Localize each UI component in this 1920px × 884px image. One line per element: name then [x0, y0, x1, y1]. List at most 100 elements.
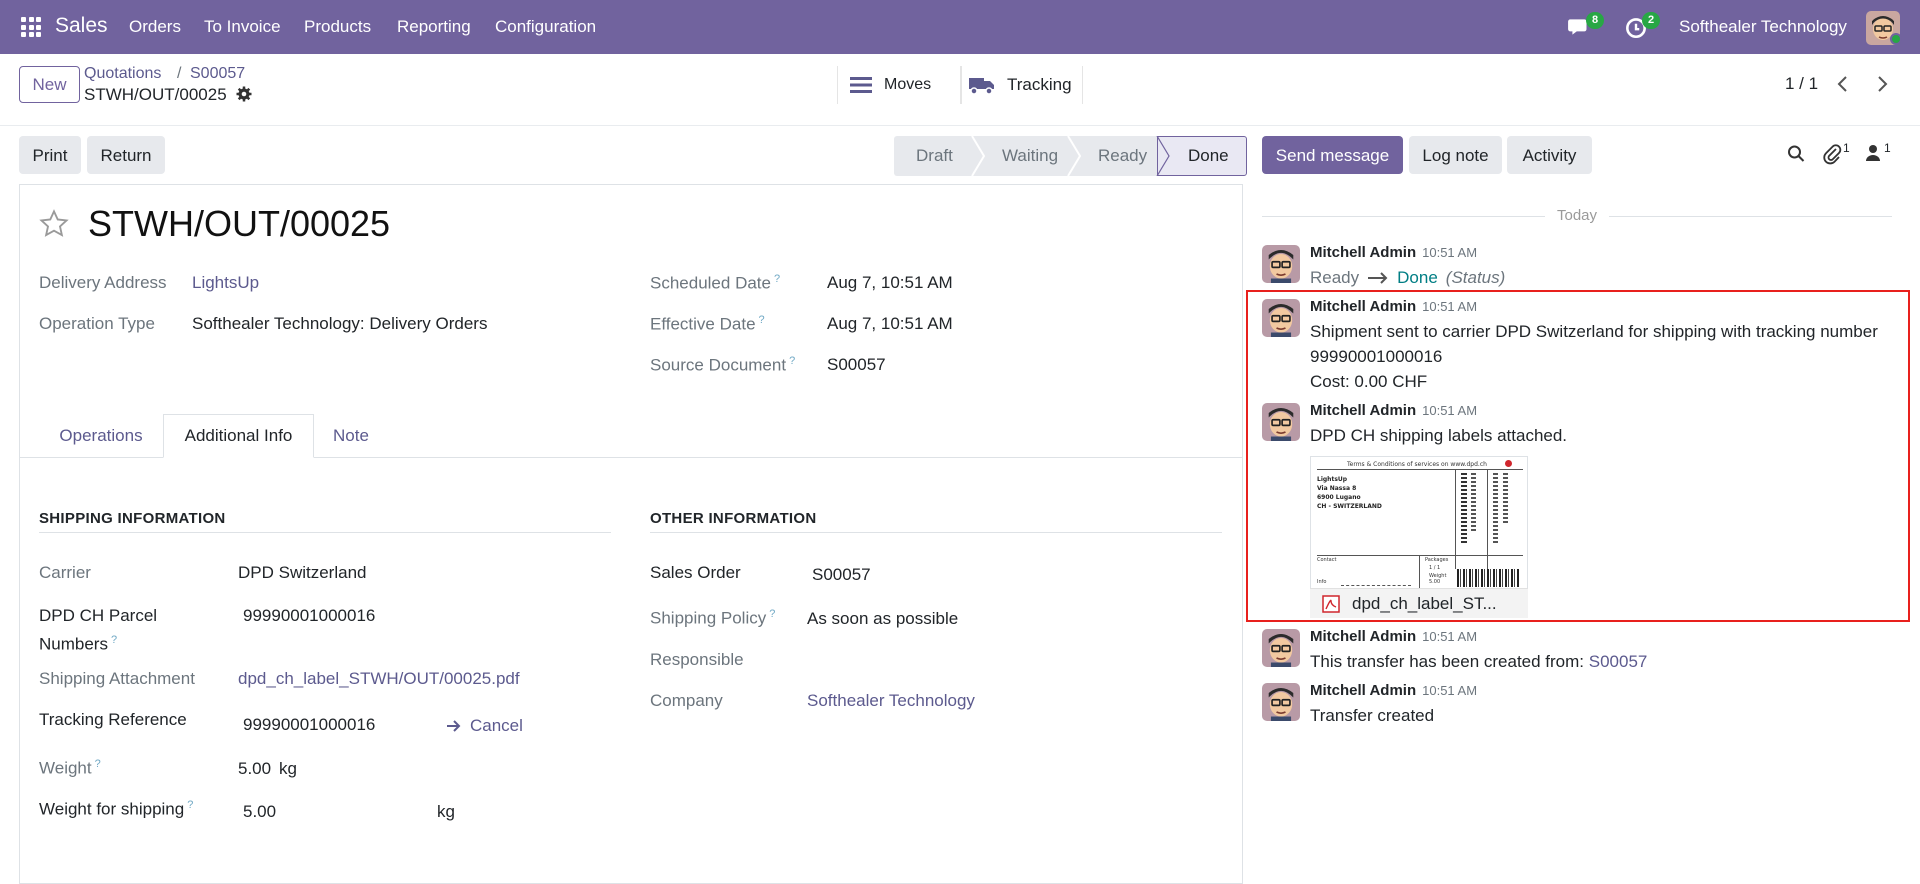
sales-order-label: Sales Order — [650, 563, 741, 582]
menu-orders[interactable]: Orders — [129, 17, 181, 37]
attachment-filename: dpd_ch_label_ST... — [1352, 593, 1497, 613]
attachment-name[interactable]: dpd_ch_label_ST... — [1310, 588, 1528, 618]
shipping-policy-label: Shipping Policy? — [650, 608, 776, 628]
control-divider — [0, 125, 1920, 126]
status-arrow-separators — [971, 136, 1170, 176]
transfer-created-message: Transfer created — [1310, 706, 1435, 725]
message-time: 10:51 AM — [1422, 683, 1478, 698]
operation-type-label: Operation Type — [39, 314, 155, 333]
shipping-info-heading: SHIPPING INFORMATION — [39, 510, 226, 527]
label-preview-header: Terms & Conditions of services on www.dp… — [1347, 461, 1487, 468]
message-avatar[interactable] — [1262, 245, 1300, 283]
parcel-numbers-label: DPD CH Parcel Numbers? — [39, 606, 158, 654]
label-weight-value: 5.00 — [1429, 579, 1441, 585]
weight-for-shipping-value[interactable]: 5.00 — [243, 802, 276, 822]
tracking-label: Tracking — [1007, 75, 1072, 94]
message-author[interactable]: Mitchell Admin 10:51 AM — [1310, 244, 1477, 261]
return-button[interactable]: Return — [87, 136, 165, 174]
menu-reporting[interactable]: Reporting — [397, 17, 471, 37]
shipping-attachment-label: Shipping Attachment — [39, 669, 195, 688]
arrow-right-icon — [447, 720, 461, 732]
message-author[interactable]: Mitchell Admin 10:51 AM — [1310, 402, 1477, 419]
shipment-message-line1: Shipment sent to carrier DPD Switzerland… — [1310, 322, 1878, 341]
carrier-value[interactable]: DPD Switzerland — [238, 563, 367, 583]
moves-smart-button[interactable]: Moves — [837, 66, 961, 104]
weight-for-shipping-unit: kg — [437, 802, 455, 821]
label-contact: Contact — [1317, 557, 1337, 563]
star-icon[interactable] — [38, 208, 70, 240]
message-avatar[interactable] — [1262, 683, 1300, 721]
activity-button[interactable]: Activity — [1507, 136, 1592, 174]
new-button[interactable]: New — [19, 66, 80, 103]
search-icon[interactable] — [1787, 144, 1805, 164]
paperclip-icon[interactable] — [1822, 143, 1842, 165]
labels-attached-message: DPD CH shipping labels attached. — [1310, 426, 1568, 445]
shipping-policy-value[interactable]: As soon as possible — [807, 609, 958, 629]
menu-to-invoice[interactable]: To Invoice — [204, 17, 281, 37]
created-from-link[interactable]: S00057 — [1589, 652, 1648, 671]
message-time: 10:51 AM — [1422, 299, 1478, 314]
breadcrumb-order[interactable]: S00057 — [190, 65, 245, 83]
scheduled-date-label: Scheduled Date? — [650, 273, 781, 293]
print-button[interactable]: Print — [19, 136, 81, 174]
tracking-smart-button[interactable]: Tracking — [961, 66, 1083, 104]
pdf-icon — [1322, 595, 1340, 613]
moves-label: Moves — [884, 76, 932, 93]
label-count: 1 / 1 — [1429, 565, 1441, 571]
weight-value[interactable]: 5.00 — [238, 759, 271, 779]
message-time: 10:51 AM — [1422, 403, 1478, 418]
message-time: 10:51 AM — [1422, 629, 1478, 644]
followers-count: 1 — [1884, 141, 1891, 155]
label-address-line: CH - SWITZERLAND — [1317, 503, 1382, 510]
attachments-count: 1 — [1843, 141, 1850, 155]
activities-badge: 2 — [1642, 12, 1661, 29]
label-address-line: LightsUp — [1317, 476, 1348, 483]
tab-note[interactable]: Note — [316, 414, 386, 458]
menu-products[interactable]: Products — [304, 17, 371, 37]
tab-operations[interactable]: Operations — [41, 414, 161, 458]
breadcrumb-quotations[interactable]: Quotations — [84, 65, 161, 83]
status-field: (Status) — [1445, 268, 1506, 287]
sales-order-value[interactable]: S00057 — [812, 565, 871, 585]
message-author[interactable]: Mitchell Admin 10:51 AM — [1310, 628, 1477, 645]
send-message-button[interactable]: Send message — [1262, 136, 1403, 174]
tab-additional-info[interactable]: Additional Info — [163, 414, 314, 458]
online-status-dot — [1890, 33, 1902, 45]
chevron-right-icon[interactable] — [1875, 75, 1889, 93]
message-avatar[interactable] — [1262, 629, 1300, 667]
source-document-label: Source Document? — [650, 355, 796, 375]
status-to: Done — [1397, 268, 1438, 287]
chevron-left-icon[interactable] — [1836, 75, 1850, 93]
truck-icon — [969, 78, 994, 95]
menu-configuration[interactable]: Configuration — [495, 17, 596, 37]
operation-type-value[interactable]: Softhealer Technology: Delivery Orders — [192, 314, 487, 334]
messages-badge: 8 — [1586, 12, 1605, 29]
breadcrumb-separator: / — [177, 65, 182, 82]
record-title: STWH/OUT/00025 — [88, 203, 391, 244]
today-label: Today — [1545, 207, 1610, 224]
arrow-right-icon — [1368, 272, 1388, 284]
scheduled-date-value[interactable]: Aug 7, 10:51 AM — [827, 273, 953, 293]
gear-icon[interactable] — [236, 86, 252, 102]
company-switcher[interactable]: Softhealer Technology — [1679, 17, 1847, 37]
message-author[interactable]: Mitchell Admin 10:51 AM — [1310, 298, 1477, 315]
shipping-heading-rule — [39, 532, 611, 533]
followers-icon[interactable] — [1865, 144, 1881, 162]
company-value[interactable]: Softhealer Technology — [807, 691, 975, 711]
log-note-button[interactable]: Log note — [1409, 136, 1502, 174]
tracking-reference-value[interactable]: 99990001000016 — [243, 715, 375, 735]
message-author[interactable]: Mitchell Admin 10:51 AM — [1310, 682, 1477, 699]
cancel-tracking-link[interactable]: Cancel — [446, 716, 523, 736]
effective-date-value[interactable]: Aug 7, 10:51 AM — [827, 314, 953, 334]
app-menu-icon[interactable] — [21, 17, 41, 37]
message-time: 10:51 AM — [1422, 245, 1478, 260]
label-address-line: Via Nassa 8 — [1317, 485, 1357, 492]
source-document-value[interactable]: S00057 — [827, 355, 886, 375]
tracking-reference-label: Tracking Reference — [39, 710, 187, 729]
parcel-numbers-value[interactable]: 99990001000016 — [243, 606, 375, 626]
shipping-attachment-link[interactable]: dpd_ch_label_STWH/OUT/00025.pdf — [238, 669, 520, 689]
shipment-message-line2: 99990001000016 — [1310, 347, 1443, 366]
delivery-address-value[interactable]: LightsUp — [192, 273, 259, 293]
pager-value[interactable]: 1 / 1 — [1785, 74, 1818, 94]
app-name[interactable]: Sales — [55, 14, 108, 38]
